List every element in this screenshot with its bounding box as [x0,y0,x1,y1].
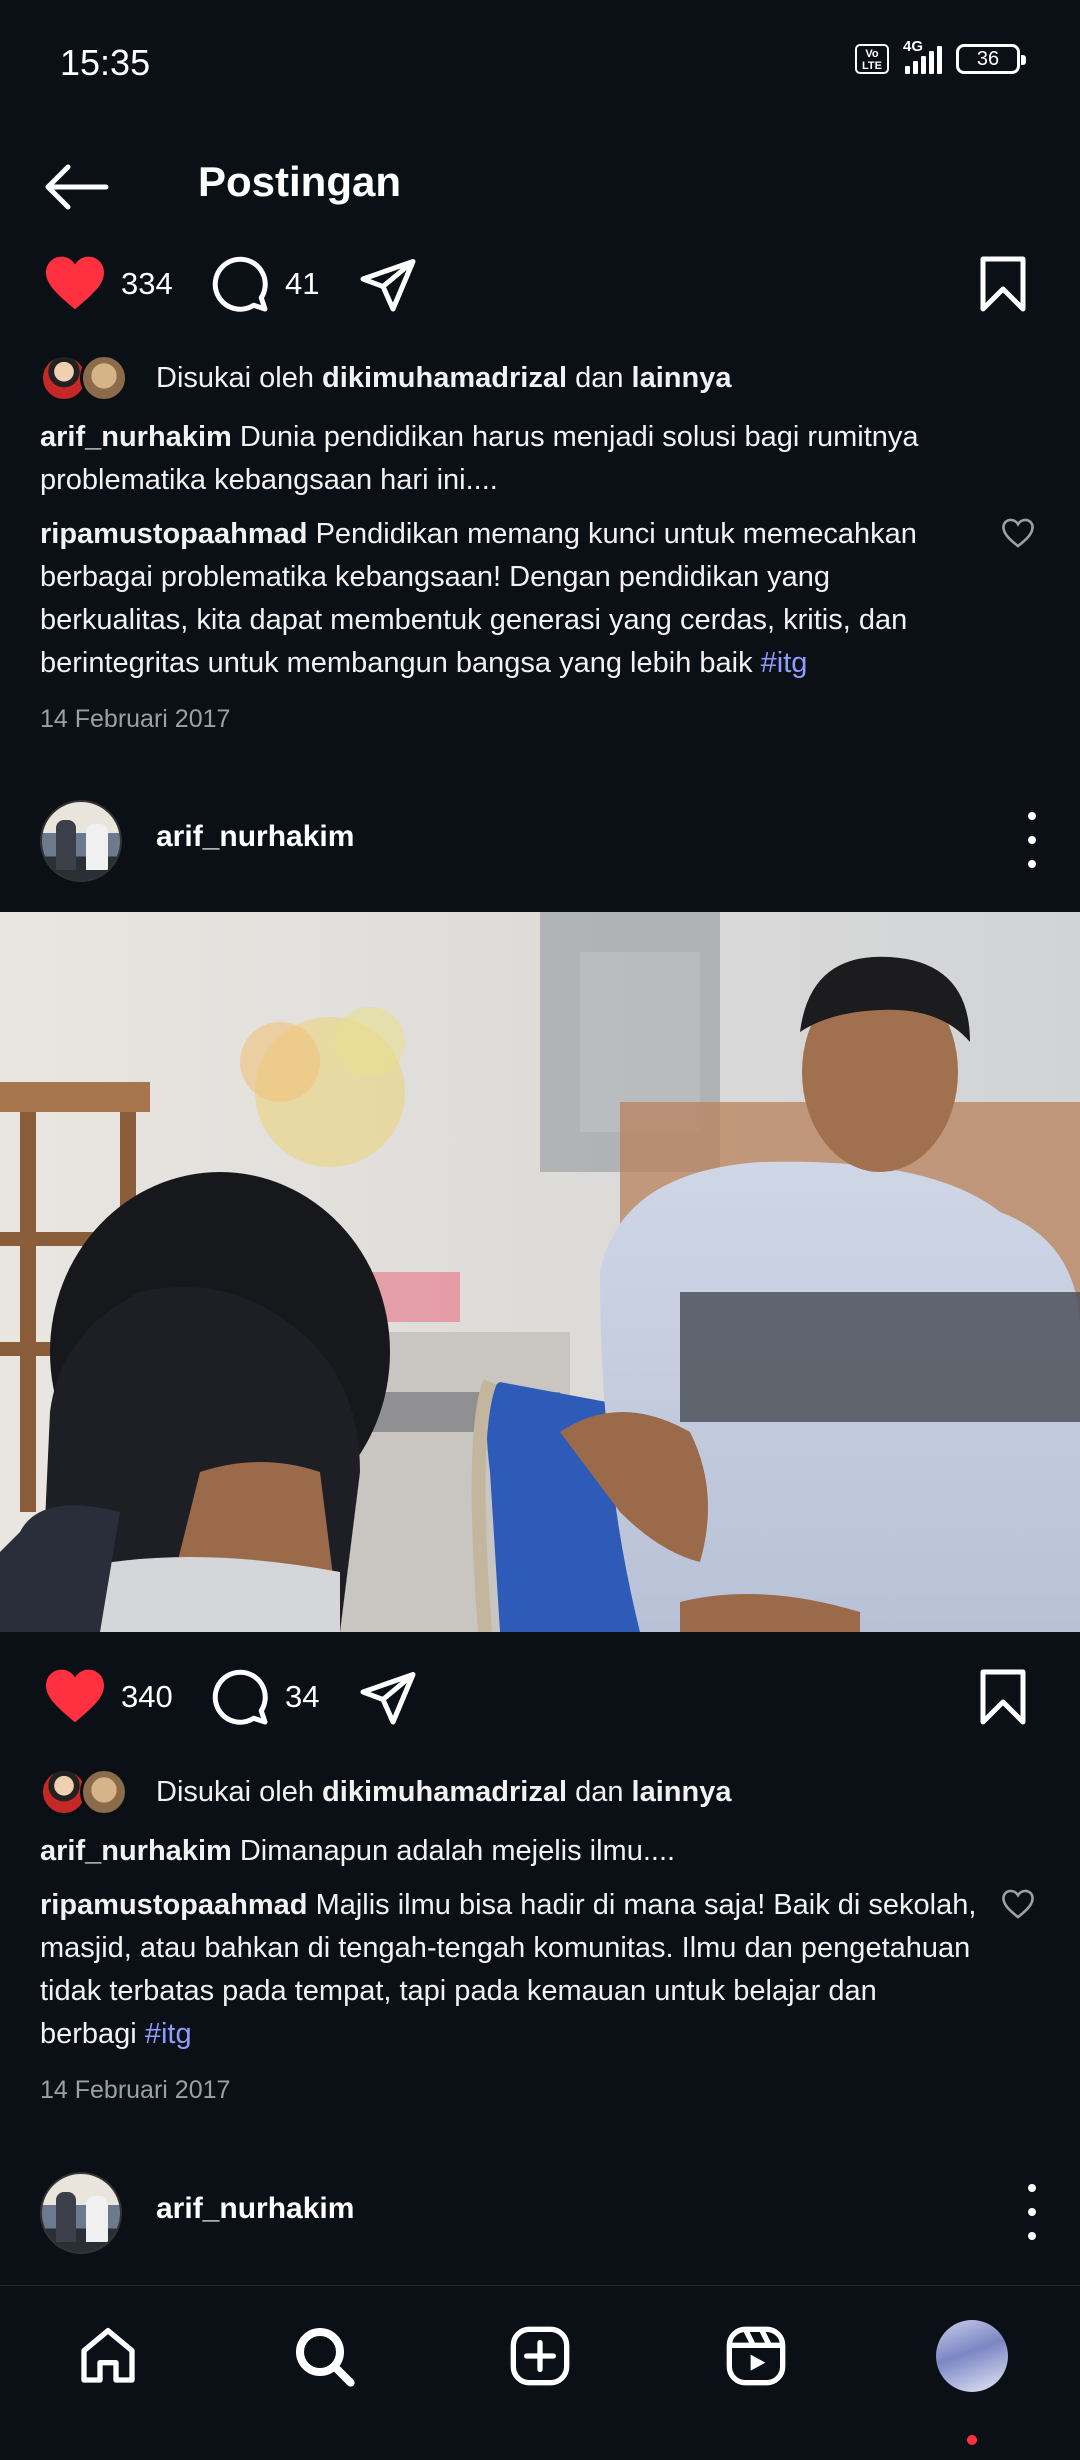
post-date: 14 Februari 2017 [40,2076,231,2104]
page-title: Postingan [198,158,402,205]
author-avatar[interactable] [40,800,122,882]
post-caption: arif_nurhakim Dimanapun adalah mejelis i… [40,1830,1000,1873]
reels-icon [726,2326,786,2386]
like-count: 340 [121,1679,173,1714]
comment-count: 34 [285,1679,320,1714]
nav-search[interactable] [284,2316,364,2396]
comment-count: 41 [285,266,320,301]
comment-icon[interactable] [208,1667,272,1727]
network-type: 4G [903,38,924,55]
post-actions: 334 41 [0,242,1080,322]
post-username[interactable]: arif_nurhakim [156,2192,354,2226]
author-avatar[interactable] [40,2172,122,2254]
profile-avatar [936,2320,1008,2392]
nav-create[interactable] [500,2316,580,2396]
avatar [80,1768,128,1816]
screen: 15:35 Vo LTE 4G 36 Postingan 334 41 Disu… [0,0,1080,2460]
comment-item: ripamustopaahmad Pendidikan memang kunci… [40,513,980,685]
status-bar: 15:35 Vo LTE 4G 36 [0,0,1080,130]
liked-by-row: Disukai oleh dikimuhamadrizal dan lainny… [40,348,1040,408]
post-header: arif_nurhakim [0,2162,1080,2262]
home-icon [81,2328,135,2383]
post-actions: 340 34 [0,1655,1080,1735]
top-bar: Postingan [0,140,1080,230]
comment-item: ripamustopaahmad Majlis ilmu bisa hadir … [40,1884,980,2056]
avatar [80,354,128,402]
share-icon[interactable] [356,254,420,314]
liked-by-text[interactable]: Disukai oleh dikimuhamadrizal dan lainny… [156,1776,731,1809]
bookmark-icon[interactable] [975,1667,1031,1727]
battery-level: 36 [976,47,1000,70]
caption-username[interactable]: arif_nurhakim [40,1835,232,1867]
nav-reels[interactable] [716,2316,796,2396]
comment-username[interactable]: ripamustopaahmad [40,518,308,550]
nav-profile[interactable] [932,2316,1012,2396]
status-icons: Vo LTE 4G 36 [855,38,1026,74]
battery-icon: 36 [956,44,1026,74]
comment-like-icon[interactable] [1000,1888,1036,1920]
hashtag-link[interactable]: #itg [761,647,808,679]
nav-home[interactable] [68,2316,148,2396]
liker-avatars [40,1764,140,1820]
post-photo-illustration [0,912,1080,1632]
bookmark-icon[interactable] [975,254,1031,314]
share-icon[interactable] [356,1667,420,1727]
caption-username[interactable]: arif_nurhakim [40,421,232,453]
search-icon [296,2328,355,2387]
heart-filled-icon[interactable] [42,254,108,312]
heart-filled-icon[interactable] [42,1667,108,1725]
volte-icon: Vo LTE [855,44,889,74]
post-photo[interactable] [0,912,1080,1632]
more-options-icon[interactable] [1024,2184,1040,2240]
more-options-icon[interactable] [1024,812,1040,868]
signal-icon: 4G [903,38,942,74]
post-date: 14 Februari 2017 [40,705,231,733]
comment-icon[interactable] [208,254,272,314]
notification-dot [967,2435,977,2445]
caption-text: Dimanapun adalah mejelis ilmu.... [239,1835,676,1867]
like-count: 334 [121,266,173,301]
post-header: arif_nurhakim [0,790,1080,890]
post-caption: arif_nurhakim Dunia pendidikan harus men… [40,416,1000,502]
hashtag-link[interactable]: #itg [145,2018,192,2050]
liked-by-row: Disukai oleh dikimuhamadrizal dan lainny… [40,1762,1040,1822]
liker-avatars [40,350,140,406]
arrow-left-icon[interactable] [40,162,110,212]
post-username[interactable]: arif_nurhakim [156,820,354,854]
status-time: 15:35 [60,42,151,83]
create-post-icon [510,2326,570,2386]
bottom-nav [0,2285,1080,2460]
liked-by-text[interactable]: Disukai oleh dikimuhamadrizal dan lainny… [156,362,731,395]
comment-like-icon[interactable] [1000,517,1036,549]
comment-username[interactable]: ripamustopaahmad [40,1889,308,1921]
